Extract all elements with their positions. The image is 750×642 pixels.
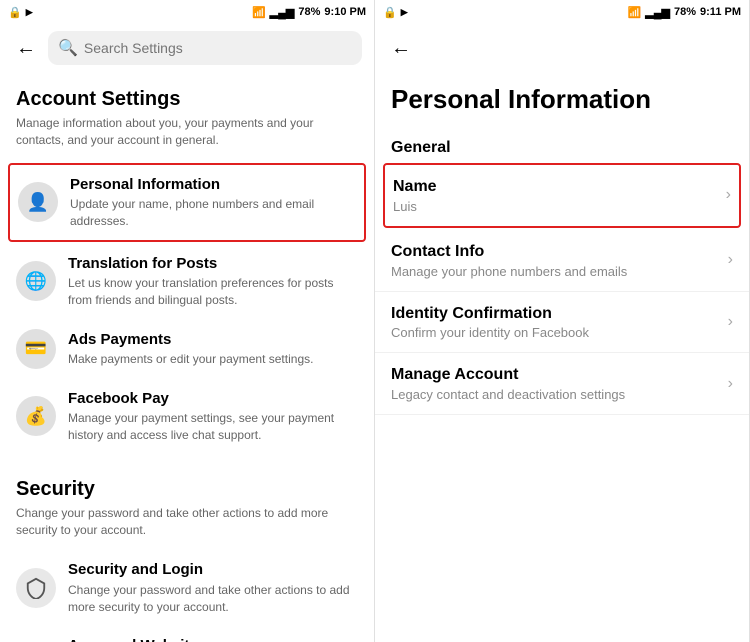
search-bar[interactable]: 🔍 bbox=[48, 31, 362, 65]
menu-item-ads-payments[interactable]: 💳 Ads Payments Make payments or edit you… bbox=[0, 319, 374, 379]
account-settings-description: Manage information about you, your payme… bbox=[0, 115, 374, 161]
security-login-subtitle: Change your password and take other acti… bbox=[68, 582, 358, 616]
list-item-identity-confirmation[interactable]: Identity Confirmation Confirm your ident… bbox=[375, 292, 749, 354]
translation-title: Translation for Posts bbox=[68, 254, 358, 274]
battery-text: 78% bbox=[298, 6, 320, 18]
menu-item-translation[interactable]: 🌐 Translation for Posts Let us know your… bbox=[0, 244, 374, 319]
ads-payments-icon: 💳 bbox=[16, 329, 56, 369]
manage-account-chevron: › bbox=[728, 375, 733, 393]
apps-websites-text: Apps and Websites Manage the information… bbox=[68, 636, 358, 642]
status-left: 🔒 ▶ bbox=[8, 6, 33, 19]
personal-information-title: Personal Information bbox=[70, 175, 356, 195]
translation-icon: 🌐 bbox=[16, 261, 56, 301]
manage-account-title: Manage Account bbox=[391, 365, 720, 386]
menu-item-facebook-pay[interactable]: 💰 Facebook Pay Manage your payment setti… bbox=[0, 379, 374, 454]
status-right: 📶 ▂▄▆ 78% 9:10 PM bbox=[252, 6, 366, 19]
name-text: Name Luis bbox=[393, 177, 718, 214]
manage-account-subtitle: Legacy contact and deactivation settings bbox=[391, 387, 720, 402]
manage-account-text: Manage Account Legacy contact and deacti… bbox=[391, 365, 720, 402]
contact-info-text: Contact Info Manage your phone numbers a… bbox=[391, 242, 720, 279]
signal-icon: ▂▄▆ bbox=[270, 6, 295, 19]
facebook-pay-icon: 💰 bbox=[16, 396, 56, 436]
list-item-contact-info[interactable]: Contact Info Manage your phone numbers a… bbox=[375, 230, 749, 292]
apps-websites-title: Apps and Websites bbox=[68, 636, 358, 642]
time-left: 9:10 PM bbox=[324, 6, 366, 18]
status-bar-left: 🔒 ▶ 📶 ▂▄▆ 78% 9:10 PM bbox=[0, 0, 374, 24]
search-input[interactable] bbox=[84, 40, 352, 56]
contact-info-chevron: › bbox=[728, 251, 733, 269]
nav-bar-right: ← bbox=[375, 24, 749, 72]
translation-subtitle: Let us know your translation preferences… bbox=[68, 275, 358, 309]
left-panel: 🔒 ▶ 📶 ▂▄▆ 78% 9:10 PM ← 🔍 Account Settin… bbox=[0, 0, 375, 642]
play-icon-right: ▶ bbox=[401, 7, 408, 18]
contact-info-subtitle: Manage your phone numbers and emails bbox=[391, 264, 720, 279]
security-login-title: Security and Login bbox=[68, 560, 358, 580]
identity-confirmation-chevron: › bbox=[728, 313, 733, 331]
menu-item-apps-websites[interactable]: Apps and Websites Manage the information… bbox=[0, 626, 374, 642]
facebook-pay-title: Facebook Pay bbox=[68, 389, 358, 409]
list-item-manage-account[interactable]: Manage Account Legacy contact and deacti… bbox=[375, 353, 749, 415]
ads-payments-subtitle: Make payments or edit your payment setti… bbox=[68, 351, 358, 368]
identity-confirmation-subtitle: Confirm your identity on Facebook bbox=[391, 325, 720, 340]
menu-item-personal-information[interactable]: 👤 Personal Information Update your name,… bbox=[8, 163, 366, 242]
status-right-left: 🔒 ▶ bbox=[383, 6, 408, 19]
ads-payments-text: Ads Payments Make payments or edit your … bbox=[68, 330, 358, 368]
back-button-left[interactable]: ← bbox=[12, 33, 40, 64]
name-subtitle: Luis bbox=[393, 199, 718, 214]
signal-icon-right: ▂▄▆ bbox=[645, 6, 670, 19]
security-title: Security bbox=[0, 462, 374, 505]
security-description: Change your password and take other acti… bbox=[0, 505, 374, 551]
identity-confirmation-text: Identity Confirmation Confirm your ident… bbox=[391, 304, 720, 341]
status-bar-right: 🔒 ▶ 📶 ▂▄▆ 78% 9:11 PM bbox=[375, 0, 749, 24]
personal-information-icon: 👤 bbox=[18, 182, 58, 222]
security-login-icon bbox=[16, 568, 56, 608]
name-chevron: › bbox=[726, 186, 731, 204]
right-scroll-content: Personal Information General Name Luis ›… bbox=[375, 72, 749, 642]
time-right: 9:11 PM bbox=[700, 6, 741, 18]
back-button-right[interactable]: ← bbox=[387, 33, 415, 64]
lock-icon-right: 🔒 bbox=[383, 6, 397, 19]
left-scroll-content: Account Settings Manage information abou… bbox=[0, 72, 374, 642]
name-title: Name bbox=[393, 177, 718, 198]
wifi-icon: 📶 bbox=[252, 6, 266, 19]
page-title: Personal Information bbox=[375, 72, 749, 131]
wifi-icon-right: 📶 bbox=[628, 6, 642, 19]
account-settings-title: Account Settings bbox=[0, 72, 374, 115]
personal-information-text: Personal Information Update your name, p… bbox=[70, 175, 356, 230]
ads-payments-title: Ads Payments bbox=[68, 330, 358, 350]
personal-information-subtitle: Update your name, phone numbers and emai… bbox=[70, 196, 356, 230]
right-panel: 🔒 ▶ 📶 ▂▄▆ 78% 9:11 PM ← Personal Informa… bbox=[375, 0, 750, 642]
list-item-name[interactable]: Name Luis › bbox=[383, 163, 741, 228]
play-icon: ▶ bbox=[26, 7, 33, 18]
menu-item-security-login[interactable]: Security and Login Change your password … bbox=[0, 550, 374, 625]
security-section: Security Change your password and take o… bbox=[0, 462, 374, 642]
facebook-pay-text: Facebook Pay Manage your payment setting… bbox=[68, 389, 358, 444]
nav-bar-left: ← 🔍 bbox=[0, 24, 374, 72]
battery-text-right: 78% bbox=[674, 6, 696, 18]
identity-confirmation-title: Identity Confirmation bbox=[391, 304, 720, 325]
translation-text: Translation for Posts Let us know your t… bbox=[68, 254, 358, 309]
general-group-label: General bbox=[375, 131, 749, 161]
contact-info-title: Contact Info bbox=[391, 242, 720, 263]
facebook-pay-subtitle: Manage your payment settings, see your p… bbox=[68, 410, 358, 444]
lock-icon: 🔒 bbox=[8, 6, 22, 19]
status-right-right: 📶 ▂▄▆ 78% 9:11 PM bbox=[628, 6, 741, 19]
search-icon: 🔍 bbox=[58, 38, 78, 58]
account-settings-section: Account Settings Manage information abou… bbox=[0, 72, 374, 454]
security-login-text: Security and Login Change your password … bbox=[68, 560, 358, 615]
